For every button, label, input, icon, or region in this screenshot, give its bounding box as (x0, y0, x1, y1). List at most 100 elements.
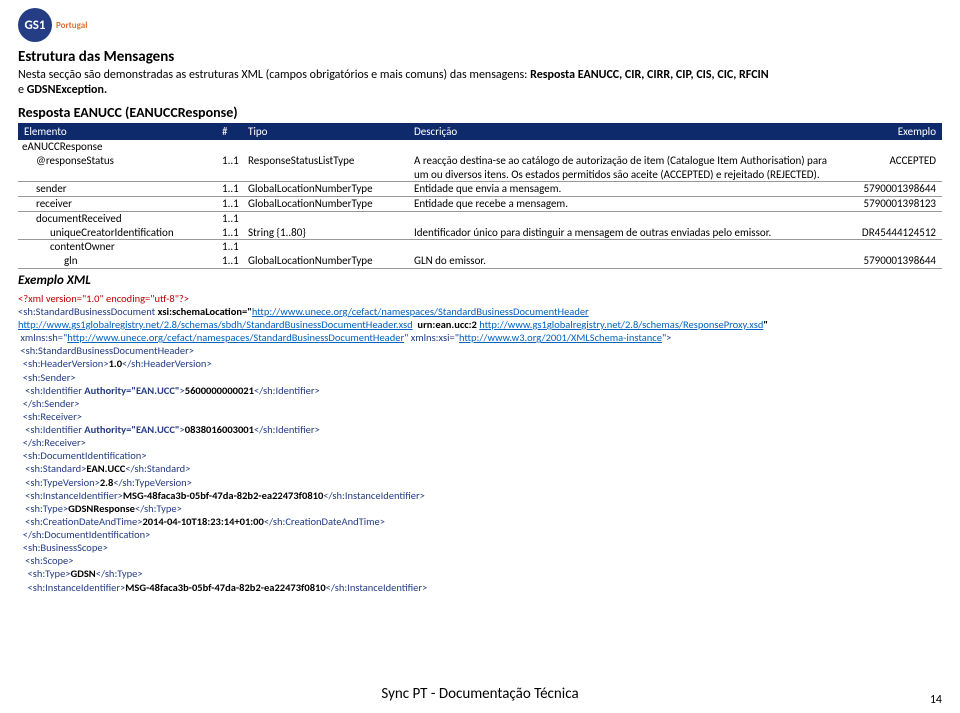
table-header-row: Elemento # Tipo Descrição Exemplo (18, 123, 942, 140)
xml-node: </sh:Sender> (18, 397, 79, 410)
gs1-logo-icon: GS1 (18, 8, 52, 42)
xml-node: </sh:HeaderVersion> (122, 357, 212, 370)
xml-url: http://www.w3.org/2001/XMLSchema-instanc… (459, 331, 662, 344)
exemplo-xml-title: Exemplo XML (18, 273, 942, 288)
th-hash: # (222, 125, 248, 138)
footer-title: Sync PT - Documentação Técnica (0, 685, 960, 703)
table-row: sender1..1GlobalLocationNumberTypeEntida… (18, 182, 942, 197)
xml-node: <sh:Type> (18, 567, 71, 580)
xml-node: </sh:Receiver> (18, 436, 86, 449)
cell-hash: 1..1 (222, 226, 248, 240)
cell-tipo (248, 240, 414, 254)
intro-paragraph: Nesta secção são demonstradas as estrutu… (18, 68, 942, 98)
xml-attr: " (763, 318, 768, 331)
xml-node: </sh:InstanceIdentifier> (326, 581, 428, 594)
cell-elemento: @responseStatus (36, 154, 222, 182)
section-title: Resposta EANUCC (EANUCCResponse) (18, 104, 942, 121)
cell-exemplo: 5790001398644 (828, 254, 938, 268)
cell-descricao: A reacção destina-se ao catálogo de auto… (414, 154, 828, 182)
table-row: documentReceived1..1 (18, 212, 942, 226)
table-body: eANUCCResponse@responseStatus1..1Respons… (18, 140, 942, 269)
xml-url: http://www.gs1globalregistry.net/2.8/sch… (18, 318, 413, 331)
cell-tipo: ResponseStatusListType (248, 154, 414, 182)
xml-node: <sh:CreationDateAndTime> (18, 515, 142, 528)
cell-descricao: Entidade que envia a mensagem. (414, 182, 828, 196)
cell-exemplo (828, 212, 938, 226)
xml-declaration: <?xml version="1.0" encoding="utf-8"?> (18, 292, 189, 305)
table-row: contentOwner1..1 (18, 240, 942, 254)
cell-exemplo: ACCEPTED (828, 154, 938, 182)
xml-node: xmlns:sh=" (18, 331, 67, 344)
cell-hash: 1..1 (222, 240, 248, 254)
xml-text: 2.8 (100, 476, 113, 489)
xml-text: GDSNResponse (68, 502, 135, 515)
th-exemplo: Exemplo (828, 125, 938, 138)
xml-attr: Authority="EAN.UCC" (84, 384, 179, 397)
cell-tipo: GlobalLocationNumberType (248, 254, 414, 268)
cell-exemplo (828, 140, 938, 154)
logo-subtext: Portugal (56, 20, 87, 31)
intro-text-a: Nesta secção são demonstradas as estrutu… (18, 68, 530, 82)
cell-exemplo: 5790001398123 (828, 197, 938, 211)
xml-node: </sh:Type> (96, 567, 143, 580)
table-row: gln1..1GlobalLocationNumberTypeGLN do em… (18, 254, 942, 269)
page-number: 14 (930, 693, 942, 707)
page-title: Estrutura das Mensagens (18, 48, 942, 66)
xml-url: http://www.unece.org/cefact/namespaces/S… (252, 305, 589, 318)
cell-tipo: GlobalLocationNumberType (248, 197, 414, 211)
cell-descricao: Identificador único para distinguir a me… (414, 226, 828, 240)
cell-elemento: gln (64, 254, 222, 268)
th-elemento: Elemento (22, 125, 222, 138)
cell-elemento: receiver (36, 197, 222, 211)
cell-hash: 1..1 (222, 254, 248, 268)
cell-elemento: eANUCCResponse (22, 140, 222, 154)
cell-elemento: documentReceived (36, 212, 222, 226)
cell-hash: 1..1 (222, 182, 248, 196)
xml-node: </sh:Identifier> (254, 423, 320, 436)
table-row: uniqueCreatorIdentification1..1String {1… (18, 226, 942, 241)
xml-node: <sh:Standard> (18, 462, 86, 475)
cell-hash: 1..1 (222, 212, 248, 226)
cell-exemplo (828, 240, 938, 254)
xml-node: <sh:Identifier (18, 384, 84, 397)
xml-text: 1.0 (109, 357, 122, 370)
xml-text: MSG-48faca3b-05bf-47da-82b2-ea22473f0810 (123, 489, 323, 502)
logo: GS1 Portugal (18, 8, 942, 42)
schema-table: Elemento # Tipo Descrição Exemplo eANUCC… (18, 123, 942, 269)
th-tipo: Tipo (248, 125, 414, 138)
cell-elemento: contentOwner (50, 240, 222, 254)
xml-node: <sh:DocumentIdentification> (18, 449, 147, 462)
table-row: @responseStatus1..1ResponseStatusListTyp… (18, 154, 942, 183)
xml-text: 0838016003001 (185, 423, 254, 436)
xml-node: </sh:CreationDateAndTime> (264, 515, 385, 528)
xml-attr: urn:ean.ucc:2 (413, 318, 480, 331)
cell-exemplo: DR45444124512 (828, 226, 938, 240)
xml-node: "> (662, 331, 671, 344)
intro-text-c: e (18, 83, 27, 97)
cell-tipo: String {1..80} (248, 226, 414, 240)
cell-tipo (248, 140, 414, 154)
xml-node: </sh:TypeVersion> (113, 476, 192, 489)
xml-text: GDSN (71, 567, 96, 580)
cell-hash (222, 140, 248, 154)
xml-text: 5600000000021 (185, 384, 254, 397)
cell-hash: 1..1 (222, 154, 248, 182)
xml-node: <sh:Sender> (18, 371, 76, 384)
cell-hash: 1..1 (222, 197, 248, 211)
xml-node: </sh:InstanceIdentifier> (323, 489, 425, 502)
xml-node: <sh:Receiver> (18, 410, 82, 423)
xml-node: <sh:TypeVersion> (18, 476, 100, 489)
xml-node: <sh:InstanceIdentifier> (18, 489, 123, 502)
th-descricao: Descrição (414, 125, 828, 138)
cell-descricao: Entidade que recebe a mensagem. (414, 197, 828, 211)
xml-node: <sh:Scope> (18, 554, 73, 567)
xml-node: </sh:Standard> (125, 462, 190, 475)
intro-text-b: Resposta EANUCC, CIR, CIRR, CIP, CIS, CI… (530, 68, 769, 82)
xml-node: </sh:Identifier> (254, 384, 320, 397)
table-row: receiver1..1GlobalLocationNumberTypeEnti… (18, 197, 942, 212)
xml-node: <sh:InstanceIdentifier> (18, 581, 125, 594)
xml-node: <sh:HeaderVersion> (18, 357, 109, 370)
cell-descricao: GLN do emissor. (414, 254, 828, 268)
cell-tipo (248, 212, 414, 226)
xml-text: EAN.UCC (86, 462, 125, 475)
